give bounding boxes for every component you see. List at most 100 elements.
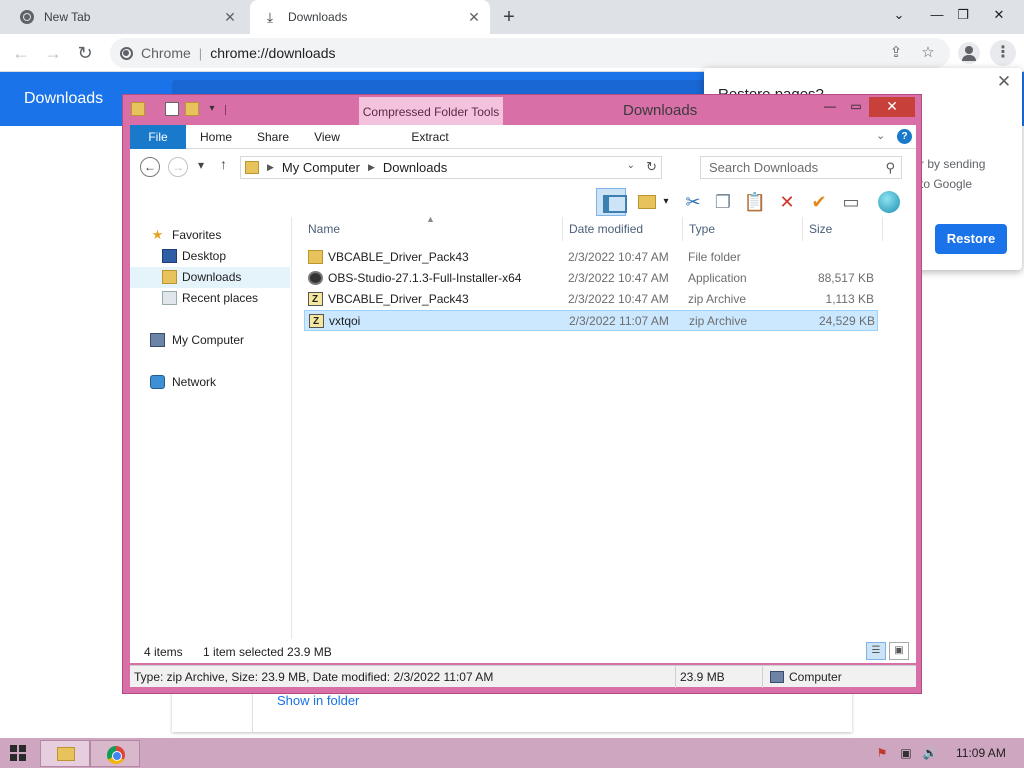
column-date[interactable]: Date modified	[569, 222, 643, 236]
share-icon[interactable]: ⇪	[886, 44, 906, 62]
back-button[interactable]: ←	[140, 157, 160, 177]
preview-pane-icon[interactable]	[596, 188, 627, 216]
chevron-down-icon[interactable]: ⌄	[627, 160, 635, 171]
breadcrumb[interactable]: ▶ My Computer ▶ Downloads ⌄ ↻	[240, 156, 662, 179]
chrome-icon	[20, 10, 34, 24]
nav-favorites[interactable]: ★ Favorites	[130, 225, 290, 246]
show-in-folder-link[interactable]: Show in folder	[277, 693, 359, 708]
expand-ribbon-icon[interactable]: ⌄	[876, 129, 885, 142]
compressed-folder-tools-tab[interactable]: Compressed Folder Tools	[359, 97, 503, 125]
copy-icon[interactable]: ❐	[710, 189, 736, 215]
file-date: 2/3/2022 10:47 AM	[568, 250, 669, 264]
breadcrumb-my-computer[interactable]: My Computer	[282, 160, 360, 175]
breadcrumb-separator[interactable]: ▶	[368, 162, 375, 173]
profile-avatar[interactable]	[958, 42, 980, 64]
close-window-button[interactable]: ✕	[982, 0, 1016, 34]
windows-start-icon[interactable]	[10, 745, 26, 761]
taskbar-chrome[interactable]	[90, 740, 140, 767]
tab-new-tab[interactable]: New Tab ✕	[8, 0, 246, 34]
column-divider[interactable]	[682, 217, 683, 241]
column-type[interactable]: Type	[689, 222, 715, 236]
close-icon[interactable]: ✕	[994, 72, 1014, 92]
delete-icon[interactable]: ✕	[774, 189, 800, 215]
tab-view[interactable]: View	[304, 125, 350, 149]
large-icons-view-icon[interactable]: ▣	[889, 642, 909, 660]
recent-locations-icon[interactable]: ▾	[198, 158, 204, 172]
volume-icon[interactable]: 🔊	[922, 746, 938, 760]
properties-icon[interactable]: ▭	[838, 189, 864, 215]
breadcrumb-separator[interactable]: ▶	[267, 162, 274, 173]
column-divider[interactable]	[562, 217, 563, 241]
column-name[interactable]: Name	[308, 222, 340, 236]
file-row[interactable]: VBCABLE_Driver_Pack43 2/3/2022 10:47 AM …	[304, 247, 878, 268]
close-tab-icon[interactable]: ✕	[466, 9, 482, 25]
chevron-down-icon[interactable]: ▾	[660, 189, 672, 215]
restore-window-button[interactable]: ❐	[946, 0, 980, 34]
zip-icon	[308, 289, 323, 310]
folder-icon[interactable]	[131, 102, 145, 116]
nav-my-computer[interactable]: My Computer	[130, 330, 290, 351]
item-count: 4 items	[144, 645, 183, 659]
breadcrumb-downloads[interactable]: Downloads	[383, 160, 447, 175]
up-button[interactable]: ↑	[220, 156, 227, 172]
tab-extract[interactable]: Extract	[398, 125, 462, 149]
minimize-button[interactable]: —	[819, 97, 841, 117]
tab-strip: New Tab ✕ ⤓ Downloads ✕ + ⌄ — ❐ ✕	[0, 0, 1024, 34]
column-divider[interactable]	[882, 217, 883, 241]
forward-button[interactable]: →	[168, 157, 188, 177]
new-tab-button[interactable]: +	[498, 6, 520, 28]
close-tab-icon[interactable]: ✕	[222, 9, 238, 25]
nav-recent-places[interactable]: Recent places	[130, 288, 290, 309]
details-view-icon[interactable]: ☰	[866, 642, 886, 660]
cut-icon[interactable]: ✂	[680, 189, 706, 215]
back-button[interactable]: ←	[8, 40, 34, 66]
tab-file[interactable]: File	[130, 125, 186, 149]
file-size: 1,113 KB	[825, 292, 874, 306]
file-row-selected[interactable]: vxtqoi 2/3/2022 11:07 AM zip Archive 24,…	[304, 310, 878, 332]
search-placeholder: Search Downloads	[709, 160, 819, 175]
file-row[interactable]: OBS-Studio-27.1.3-Full-Installer-x64 2/3…	[304, 268, 878, 289]
restore-button[interactable]: Restore	[935, 224, 1007, 254]
column-size[interactable]: Size	[809, 222, 832, 236]
reload-button[interactable]: ↻	[72, 40, 98, 66]
globe-icon[interactable]	[876, 189, 902, 215]
network-icon[interactable]: ▣	[898, 746, 914, 760]
taskbar-file-explorer[interactable]	[40, 740, 90, 767]
page-title: Downloads	[24, 90, 104, 107]
tab-home[interactable]: Home	[190, 125, 242, 149]
folder-options-icon[interactable]	[634, 189, 660, 215]
menu-icon[interactable]: ⋮	[990, 40, 1016, 66]
details-divider	[762, 666, 763, 688]
tab-share[interactable]: Share	[248, 125, 298, 149]
maximize-button[interactable]: ▭	[845, 97, 867, 117]
column-divider[interactable]	[802, 217, 803, 241]
nav-downloads[interactable]: Downloads	[130, 267, 290, 288]
nav-desktop[interactable]: Desktop	[130, 246, 290, 267]
nav-network[interactable]: Network	[130, 372, 290, 393]
paste-icon[interactable]: 📋	[742, 189, 768, 215]
action-center-icon[interactable]: ⚑	[874, 746, 890, 760]
close-button[interactable]: ✕	[869, 97, 915, 117]
file-row[interactable]: VBCABLE_Driver_Pack43 2/3/2022 10:47 AM …	[304, 289, 878, 310]
forward-button[interactable]: →	[40, 40, 66, 66]
command-toolbar: ▾ ✂ ❐ 📋 ✕ ✔ ▭	[130, 187, 916, 217]
url-text: chrome://downloads	[210, 45, 336, 61]
address-row: ← → ▾ ↑ ▶ My Computer ▶ Downloads ⌄ ↻ Se…	[130, 149, 916, 187]
help-icon[interactable]: ?	[897, 129, 912, 144]
address-bar[interactable]: Chrome | chrome://downloads ⇪ ☆	[110, 38, 950, 68]
refresh-icon[interactable]: ↻	[646, 159, 657, 175]
customize-toolbar-icon[interactable]: ▾	[205, 102, 219, 116]
nav-label: Network	[172, 375, 217, 389]
bookmark-star-icon[interactable]: ☆	[918, 44, 938, 62]
tab-search-icon[interactable]: ⌄	[882, 0, 916, 34]
rename-icon[interactable]: ✔	[806, 189, 832, 215]
app-icon	[308, 271, 323, 285]
nav-label: Favorites	[172, 228, 222, 242]
clock[interactable]: 11:09 AM	[956, 746, 1006, 760]
new-folder-icon[interactable]	[185, 102, 199, 116]
popup-text: r by sending to Google	[920, 154, 1020, 194]
search-input[interactable]: Search Downloads ⚲	[700, 156, 902, 179]
tab-downloads[interactable]: ⤓ Downloads ✕	[250, 0, 490, 34]
popup-text-line: to Google	[920, 177, 973, 191]
properties-icon[interactable]	[165, 102, 179, 116]
